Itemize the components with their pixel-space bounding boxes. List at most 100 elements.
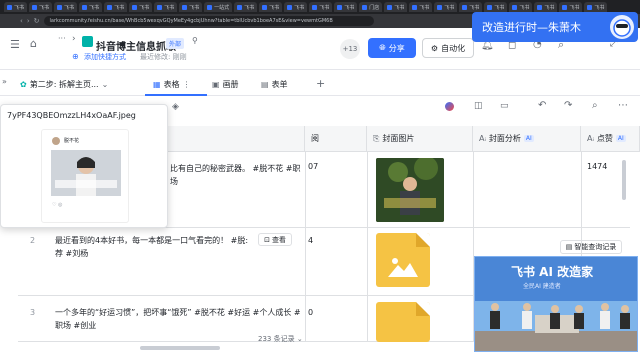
row-1-text[interactable]: 比有自己的秘密武器。 #脱不花 #职场 bbox=[170, 162, 305, 188]
column-header-cover-image[interactable]: ⎘ 封面图片 bbox=[367, 126, 473, 152]
row-2-views[interactable]: 4 bbox=[308, 236, 313, 245]
cell-style-icon[interactable]: ▭ bbox=[500, 101, 509, 111]
browser-tab-label: 飞书 bbox=[114, 4, 125, 11]
home-icon[interactable]: ⌂ bbox=[30, 37, 37, 50]
tab-more-icon[interactable]: ⋮ bbox=[183, 80, 191, 89]
browser-tab[interactable]: 飞书 bbox=[4, 2, 28, 12]
browser-tab[interactable]: 飞书 bbox=[259, 2, 283, 12]
browser-tab[interactable]: 飞书 bbox=[534, 2, 558, 12]
table-selector[interactable]: ✿ 第二步: 拆解主页... ⌄ bbox=[20, 79, 108, 90]
add-shortcut-link[interactable]: 添加快捷方式 bbox=[84, 52, 126, 62]
menu-icon[interactable]: ☰ bbox=[10, 38, 20, 51]
browser-tab[interactable]: 飞书 bbox=[584, 2, 608, 12]
last-edit-status: 最近修改: 刚刚 bbox=[140, 53, 187, 61]
chart-icon[interactable]: ◫ bbox=[474, 101, 483, 111]
browser-tab-label: 飞书 bbox=[14, 4, 25, 11]
favicon-icon bbox=[207, 4, 213, 10]
browser-tab[interactable]: 飞书 bbox=[459, 2, 483, 12]
browser-tab[interactable]: 飞书 bbox=[559, 2, 583, 12]
column-divider bbox=[367, 152, 368, 342]
reload-icon[interactable]: ↻ bbox=[34, 17, 40, 25]
preview-card[interactable]: 脱不花 ♡ ◎ bbox=[41, 129, 129, 223]
horizontal-scrollbar[interactable] bbox=[140, 346, 220, 350]
row-3-text[interactable]: 一个多年的“好运习惯”，把坏事“饿死” #脱不花 #好运 #个人成长 # 职场 … bbox=[55, 306, 305, 332]
search-table-icon[interactable]: ⌕ bbox=[592, 100, 598, 111]
smart-query-button[interactable]: ▤ 智能查询记录 bbox=[560, 240, 622, 254]
view-button[interactable]: ⊡ 查看 bbox=[258, 233, 292, 246]
pin-icon[interactable]: ⚲ bbox=[192, 36, 198, 45]
browser-tab[interactable]: 飞书 bbox=[484, 2, 508, 12]
robot-icon: ⚙ bbox=[430, 43, 439, 53]
more-icon[interactable]: ··· bbox=[58, 34, 66, 43]
row-1-views[interactable]: 07 bbox=[308, 162, 318, 171]
automation-button[interactable]: ⚙ 自动化 bbox=[422, 38, 474, 58]
vertical-scrollbar[interactable] bbox=[622, 160, 626, 200]
browser-tab[interactable]: 飞书 bbox=[384, 2, 408, 12]
ai-assistant-icon[interactable] bbox=[445, 102, 454, 111]
undo-icon[interactable]: ↶ bbox=[538, 100, 546, 111]
browser-tab-label: 门店 bbox=[369, 4, 380, 11]
video-overlay: 飞书 AI 改造家 全民AI 建造者 bbox=[474, 256, 638, 352]
cover-thumbnail[interactable] bbox=[376, 158, 444, 222]
gallery-icon: ▣ bbox=[212, 80, 220, 89]
browser-tab-label: 飞书 bbox=[569, 4, 580, 11]
column-header-cover-analysis[interactable]: Aᵢ 封面分析 AI bbox=[473, 126, 581, 152]
browser-tab[interactable]: 飞书 bbox=[409, 2, 433, 12]
row-3-views[interactable]: 0 bbox=[308, 308, 313, 317]
url-field[interactable]: larkcommunity.feishu.cn/base/WhBcb5wexqv… bbox=[43, 16, 374, 26]
tab-form-view[interactable]: ▤ 表单 bbox=[261, 79, 288, 90]
chevron-down-icon: ⌄ bbox=[101, 80, 109, 89]
browser-tab[interactable]: 飞书 bbox=[334, 2, 358, 12]
back-icon[interactable]: ‹ bbox=[20, 17, 23, 25]
add-view-icon[interactable]: + bbox=[316, 77, 325, 90]
image-placeholder-icon[interactable] bbox=[376, 233, 430, 287]
column-header-views[interactable]: 阅 bbox=[305, 126, 367, 152]
collaborator-count[interactable]: +13 bbox=[340, 39, 360, 59]
table-more-icon[interactable]: ⋯ bbox=[618, 100, 628, 111]
column-likes-label: 点赞 bbox=[596, 134, 613, 143]
favicon-icon bbox=[462, 4, 468, 10]
forward-icon[interactable]: › bbox=[27, 17, 30, 25]
tab-grid-view[interactable]: ▦ 表格 ⋮ bbox=[153, 79, 191, 90]
browser-tab[interactable]: 飞书 bbox=[54, 2, 78, 12]
browser-tab[interactable]: 门店 bbox=[359, 2, 383, 12]
ai-badge: AI bbox=[523, 135, 534, 142]
add-shortcut-icon[interactable]: ⊕ bbox=[72, 52, 79, 61]
column-header-likes[interactable]: Aᵢ 点赞 AI bbox=[581, 126, 640, 152]
fill-color-icon[interactable]: ◈ bbox=[172, 102, 179, 112]
chevron-right-icon[interactable]: › bbox=[72, 34, 76, 44]
automation-label: 自动化 bbox=[441, 43, 466, 53]
browser-tab[interactable]: 飞书 bbox=[179, 2, 203, 12]
preview-image bbox=[51, 150, 121, 196]
browser-tab[interactable]: 飞书 bbox=[129, 2, 153, 12]
browser-tab[interactable]: 飞书 bbox=[154, 2, 178, 12]
document-title[interactable]: 抖音博主信息抓取 bbox=[96, 38, 176, 53]
browser-tab[interactable]: 飞书 bbox=[284, 2, 308, 12]
collapse-sidebar-icon[interactable]: » bbox=[2, 77, 7, 86]
tab-gallery-view[interactable]: ▣ 画册 bbox=[212, 79, 239, 90]
view-button-label: 查看 bbox=[271, 235, 286, 244]
row-2-line-2: 荐 #刘杨 bbox=[55, 249, 89, 258]
browser-tab[interactable]: 飞书 bbox=[29, 2, 53, 12]
image-preview-popup: 7yPF43QBEOmzzLH4xOaAF.jpeg 脱不花 ♡ ◎ bbox=[0, 104, 168, 228]
browser-tab[interactable]: 飞书 bbox=[309, 2, 333, 12]
browser-tab[interactable]: 飞书 bbox=[434, 2, 458, 12]
row-2-text[interactable]: 最近看到的4本好书，每一本都是一口气看完的！ #脱: 荐 #刘杨 bbox=[55, 234, 260, 260]
share-button[interactable]: 🌐︎ 分享 bbox=[368, 38, 416, 58]
redo-icon[interactable]: ↷ bbox=[564, 100, 572, 111]
browser-tab[interactable]: 飞书 bbox=[104, 2, 128, 12]
favicon-icon bbox=[287, 4, 293, 10]
image-placeholder-icon[interactable] bbox=[376, 302, 430, 342]
row-1-likes[interactable]: 1474 bbox=[587, 162, 607, 171]
smart-query-icon: ▤ bbox=[565, 243, 573, 251]
browser-tab[interactable]: 飞书 bbox=[509, 2, 533, 12]
preview-filename: 7yPF43QBEOmzzLH4xOaAF.jpeg bbox=[7, 111, 136, 120]
chevron-down-icon[interactable]: ⌄ bbox=[297, 335, 303, 343]
browser-tab[interactable]: 飞书 bbox=[79, 2, 103, 12]
favicon-icon bbox=[237, 4, 243, 10]
favicon-icon bbox=[512, 4, 518, 10]
view-tabs-row: » ✿ 第二步: 拆解主页... ⌄ ▦ 表格 ⋮ ▣ 画册 ▤ 表单 + bbox=[0, 72, 640, 96]
browser-tab[interactable]: 一站式 bbox=[204, 2, 233, 12]
browser-tab[interactable]: 飞书 bbox=[234, 2, 258, 12]
favicon-icon bbox=[132, 4, 138, 10]
